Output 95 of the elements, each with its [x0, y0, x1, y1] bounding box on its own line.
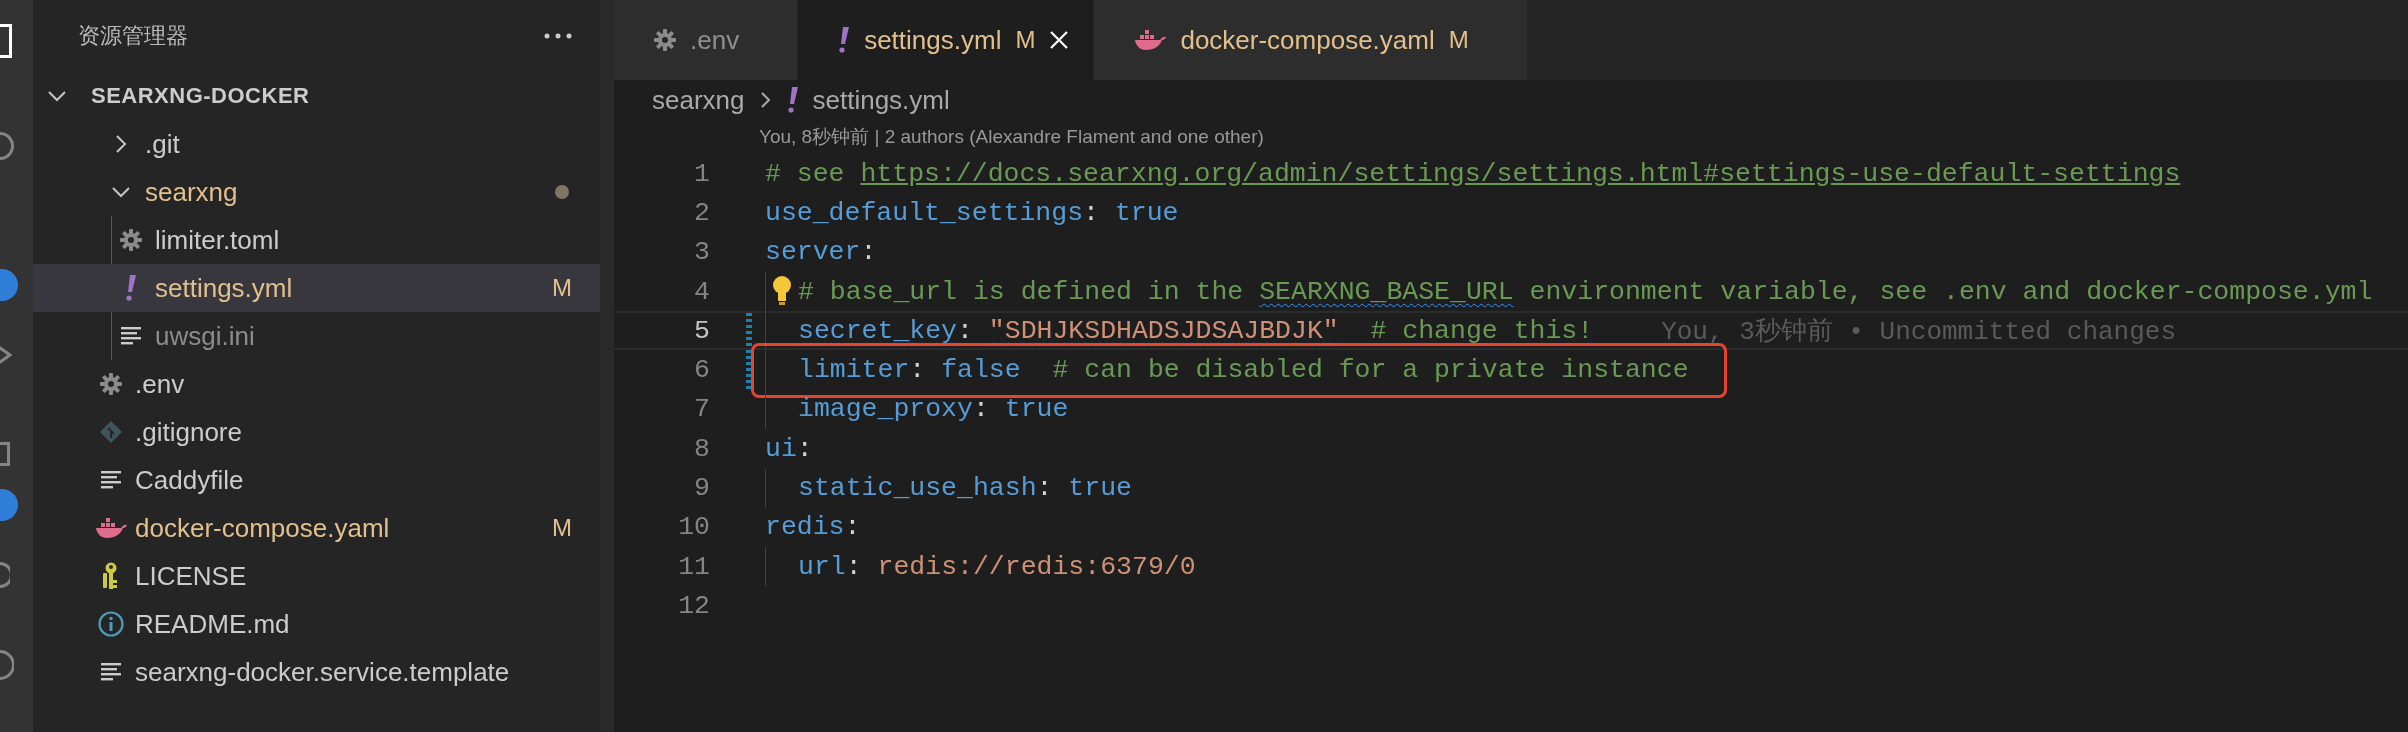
file-name: searxng	[145, 176, 238, 208]
code-text: redis	[765, 512, 845, 543]
code-text: :	[1036, 473, 1054, 503]
editor-tab[interactable]: settings.yml M	[798, 0, 1095, 80]
line-number: 8	[693, 433, 710, 464]
file-name: .gitignore	[135, 416, 242, 448]
code-text: use_default_settings	[765, 197, 1084, 228]
code-text: server	[765, 237, 861, 268]
code-text: "SDHJKSDHADSJDSAJBDJK"	[988, 315, 1339, 346]
code-text: limiter	[798, 355, 910, 386]
code-text: static_use_hash	[798, 473, 1037, 503]
code-text: SEARXNG_BASE_URL	[1259, 276, 1514, 307]
code-text: :	[957, 315, 974, 346]
editor-tab[interactable]: .env	[614, 0, 799, 80]
breadcrumb-item[interactable]: searxng	[652, 84, 745, 116]
file-name: LICENSE	[135, 560, 247, 592]
line-number: 6	[693, 355, 710, 386]
line-number: 12	[677, 590, 710, 621]
file-name: README.md	[135, 608, 290, 640]
diamond-icon	[99, 420, 123, 444]
whale-icon	[95, 518, 127, 538]
code-text: environment variable, see .env and docker-compose.yml	[1528, 276, 2373, 307]
code-text: redis://redis:6379/0	[877, 551, 1196, 582]
code-text: image_proxy	[798, 394, 973, 425]
code-text: :	[972, 394, 990, 425]
code-text: false	[941, 355, 1021, 386]
file-item[interactable]: Caddyfile	[33, 456, 600, 504]
line-number: 5	[693, 315, 710, 346]
line-number: 4	[693, 276, 710, 307]
code-text: :	[860, 237, 877, 268]
file-item[interactable]: docker-compose.yaml M	[33, 504, 600, 552]
lines-icon	[101, 471, 121, 489]
line-number: 10	[677, 512, 710, 543]
file-name: .env	[135, 368, 185, 400]
line-number: 1	[693, 158, 710, 189]
code-text: true	[1068, 473, 1132, 503]
file-item[interactable]: limiter.toml	[33, 216, 600, 264]
file-item[interactable]: .env	[33, 360, 600, 408]
code-text: url	[798, 551, 846, 582]
info-icon	[98, 611, 124, 637]
file-name: uwsgi.ini	[155, 320, 255, 352]
code-text: :	[1083, 197, 1100, 228]
file-name: limiter.toml	[155, 224, 280, 256]
file-name: .git	[145, 128, 180, 160]
file-item[interactable]: searxng-docker.service.template	[33, 648, 600, 696]
inline-blame: You, 3秒钟前 • Uncommitted changes	[1661, 316, 2177, 349]
close-icon[interactable]	[1049, 30, 1070, 50]
blame-annotation[interactable]: You, 8秒钟前 | 2 authors (Alexandre Flament and one other)	[759, 124, 1264, 150]
code-text: :	[844, 512, 861, 543]
breadcrumb-item[interactable]: settings.yml	[812, 84, 950, 116]
code-text: # see	[765, 158, 846, 189]
editor-tab[interactable]: docker-compose.yaml M	[1094, 0, 1528, 80]
file-item[interactable]: LICENSE	[33, 552, 600, 600]
code-text: :	[796, 433, 813, 464]
file-name: docker-compose.yaml	[135, 512, 390, 544]
file-name: Caddyfile	[135, 464, 244, 496]
code-link[interactable]: https://docs.searxng.org/admin/settings/settings.html#settings-use-default-settings	[860, 158, 2181, 189]
badge-icon	[0, 488, 20, 522]
chevron-right-icon	[758, 90, 773, 110]
file-item[interactable]: README.md	[33, 600, 600, 648]
line-number: 9	[693, 473, 710, 503]
file-item[interactable]: uwsgi.ini	[33, 312, 600, 360]
exclamation-icon	[786, 87, 799, 113]
code-text: :	[909, 355, 927, 386]
whale-icon	[1134, 30, 1167, 50]
badge-icon	[0, 268, 20, 302]
code-text: :	[845, 551, 863, 582]
exclamation-icon	[125, 275, 137, 301]
key-icon	[102, 562, 120, 590]
line-number: 2	[693, 197, 710, 228]
folder-header[interactable]: SEARXNG-DOCKER	[33, 72, 600, 120]
line-number: 11	[677, 551, 710, 582]
code-text: secret_key	[798, 315, 958, 346]
lightbulb-icon[interactable]	[772, 275, 792, 306]
folder-item[interactable]: searxng	[33, 168, 600, 216]
file-item[interactable]: settings.yml M	[33, 264, 600, 312]
line-number: 3	[693, 237, 710, 268]
code-text: # change this!	[1369, 315, 1594, 346]
lines-icon	[121, 327, 141, 345]
code-text: true	[1114, 197, 1179, 228]
code-text: # base_url is defined in the	[798, 276, 1245, 307]
line-number: 7	[693, 394, 710, 425]
lines-icon	[101, 663, 121, 681]
git-status: M	[552, 274, 572, 302]
git-status: M	[552, 514, 572, 542]
folder-item[interactable]: .git	[33, 120, 600, 168]
code-text: true	[1004, 394, 1069, 425]
more-icon	[544, 32, 572, 40]
file-name: settings.yml	[155, 272, 293, 304]
exclamation-icon	[838, 27, 851, 53]
panel-title: 资源管理器	[78, 22, 188, 50]
file-name: searxng-docker.service.template	[135, 656, 510, 688]
file-item[interactable]: .gitignore	[33, 408, 600, 456]
code-text: # can be disabled for a private instance	[1051, 355, 1689, 386]
code-text: ui	[765, 433, 797, 464]
